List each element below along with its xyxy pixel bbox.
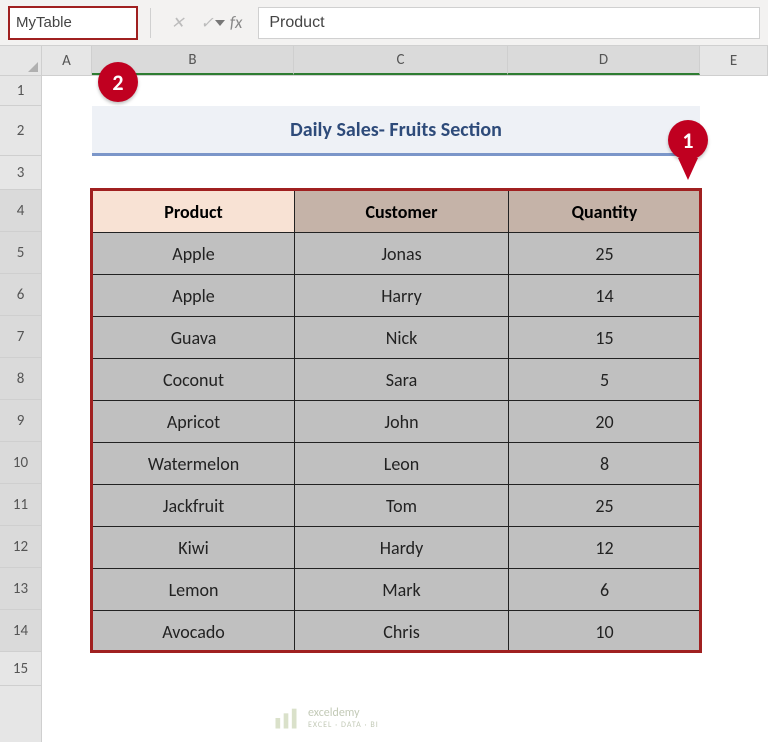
table-row: ApricotJohn20	[93, 401, 701, 443]
cell-product[interactable]: Watermelon	[93, 443, 295, 485]
row-headers: 1 2 3 4 5 6 7 8 9 10 11 12 13 14 15	[0, 76, 42, 742]
cell-product[interactable]: Apple	[93, 275, 295, 317]
callout-2: 2	[98, 62, 138, 102]
cell-product[interactable]: Apricot	[93, 401, 295, 443]
enter-icon[interactable]: ✓	[192, 13, 221, 33]
row-header-13[interactable]: 13	[0, 568, 41, 610]
header-customer[interactable]: Customer	[295, 191, 509, 233]
cell-product[interactable]: Kiwi	[93, 527, 295, 569]
row-header-3[interactable]: 3	[0, 156, 41, 190]
cell-quantity[interactable]: 6	[509, 569, 701, 611]
col-header-D[interactable]: D	[508, 46, 700, 75]
sheet-area[interactable]: 2 1 Daily Sales- Fruits Section Product …	[42, 76, 768, 742]
header-product[interactable]: Product	[93, 191, 295, 233]
table-row: KiwiHardy12	[93, 527, 701, 569]
col-header-A[interactable]: A	[42, 46, 92, 75]
cell-customer[interactable]: Hardy	[295, 527, 509, 569]
cell-customer[interactable]: Leon	[295, 443, 509, 485]
cell-customer[interactable]: Jonas	[295, 233, 509, 275]
table-row: AppleHarry14	[93, 275, 701, 317]
select-all-corner[interactable]	[0, 46, 42, 75]
cell-product[interactable]: Lemon	[93, 569, 295, 611]
cell-product[interactable]: Apple	[93, 233, 295, 275]
table-row: WatermelonLeon8	[93, 443, 701, 485]
cell-customer[interactable]: Mark	[295, 569, 509, 611]
cell-product[interactable]: Coconut	[93, 359, 295, 401]
name-box[interactable]	[8, 6, 138, 40]
watermark-brand: exceldemy	[308, 706, 379, 720]
row-header-4[interactable]: 4	[0, 190, 41, 232]
row-header-10[interactable]: 10	[0, 442, 41, 484]
row-header-12[interactable]: 12	[0, 526, 41, 568]
col-header-C[interactable]: C	[294, 46, 508, 75]
table-row: AppleJonas25	[93, 233, 701, 275]
row-header-6[interactable]: 6	[0, 274, 41, 316]
row-header-5[interactable]: 5	[0, 232, 41, 274]
watermark-tagline: EXCEL · DATA · BI	[308, 720, 379, 730]
cell-quantity[interactable]: 12	[509, 527, 701, 569]
table-header-row: Product Customer Quantity	[93, 191, 701, 233]
spreadsheet-grid: A B C D E 1 2 3 4 5 6 7 8 9 10 11 12 13 …	[0, 46, 768, 742]
logo-icon	[272, 704, 300, 732]
cell-quantity[interactable]: 14	[509, 275, 701, 317]
cell-product[interactable]: Guava	[93, 317, 295, 359]
cell-customer[interactable]: Tom	[295, 485, 509, 527]
row-header-7[interactable]: 7	[0, 316, 41, 358]
row-header-9[interactable]: 9	[0, 400, 41, 442]
title-cell[interactable]: Daily Sales- Fruits Section	[92, 106, 700, 156]
col-header-E[interactable]: E	[700, 46, 768, 75]
table-row: LemonMark6	[93, 569, 701, 611]
row-header-11[interactable]: 11	[0, 484, 41, 526]
separator	[150, 8, 151, 38]
header-quantity[interactable]: Quantity	[509, 191, 701, 233]
watermark: exceldemy EXCEL · DATA · BI	[272, 704, 379, 732]
cancel-icon[interactable]: ✕	[163, 13, 192, 33]
cell-quantity[interactable]: 20	[509, 401, 701, 443]
fx-icon[interactable]: fx	[222, 12, 251, 33]
table-row: JackfruitTom25	[93, 485, 701, 527]
cell-quantity[interactable]: 10	[509, 611, 701, 653]
row-header-1[interactable]: 1	[0, 76, 41, 106]
row-header-2[interactable]: 2	[0, 106, 41, 156]
table-row: CoconutSara5	[93, 359, 701, 401]
cell-customer[interactable]: Harry	[295, 275, 509, 317]
formula-bar: ✕ ✓ fx	[0, 0, 768, 46]
table-row: GuavaNick15	[93, 317, 701, 359]
row-header-15[interactable]: 15	[0, 652, 41, 686]
cell-quantity[interactable]: 25	[509, 485, 701, 527]
row-header-8[interactable]: 8	[0, 358, 41, 400]
cell-product[interactable]: Avocado	[93, 611, 295, 653]
callout-1: 1	[668, 120, 708, 160]
cell-quantity[interactable]: 15	[509, 317, 701, 359]
cell-customer[interactable]: Nick	[295, 317, 509, 359]
cell-product[interactable]: Jackfruit	[93, 485, 295, 527]
table-row: AvocadoChris10	[93, 611, 701, 653]
cell-quantity[interactable]: 8	[509, 443, 701, 485]
data-table: Product Customer Quantity AppleJonas25Ap…	[92, 190, 701, 653]
cell-customer[interactable]: Sara	[295, 359, 509, 401]
cell-customer[interactable]: Chris	[295, 611, 509, 653]
formula-input[interactable]	[258, 7, 760, 39]
cell-customer[interactable]: John	[295, 401, 509, 443]
cell-quantity[interactable]: 5	[509, 359, 701, 401]
cell-quantity[interactable]: 25	[509, 233, 701, 275]
row-header-14[interactable]: 14	[0, 610, 41, 652]
